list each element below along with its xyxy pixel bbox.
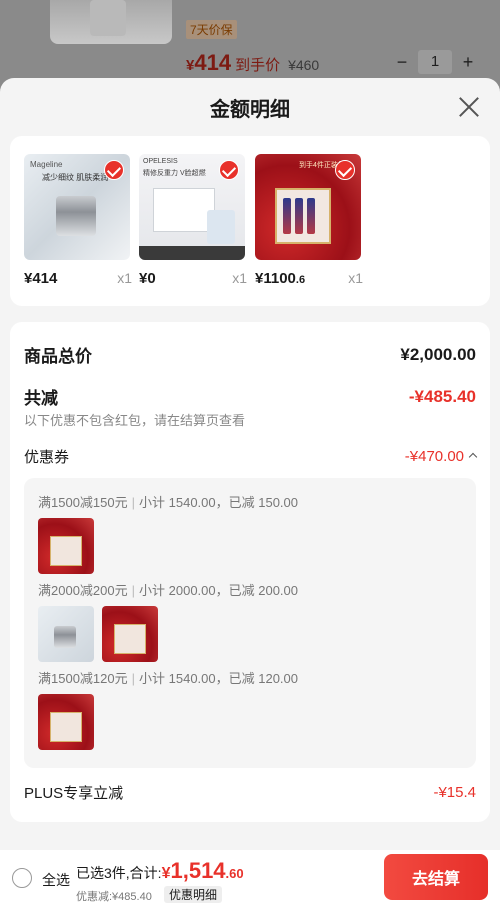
select-all-label[interactable]: 全选 <box>42 870 70 890</box>
quantity-stepper: − 1 + <box>386 50 484 74</box>
product-image: 到手4件正装量 <box>255 154 361 260</box>
total-value: ¥2,000.00 <box>400 344 476 364</box>
plus-value: -¥15.4 <box>433 784 476 801</box>
select-all-radio[interactable] <box>12 868 32 888</box>
chevron-up-icon[interactable] <box>468 452 478 462</box>
coupon-product-thumb <box>102 606 158 662</box>
product-price: ¥0 <box>139 270 156 287</box>
close-icon[interactable] <box>458 96 480 118</box>
jar-shape <box>56 196 96 236</box>
minus-icon: − <box>396 51 408 72</box>
box-shape <box>153 188 215 232</box>
bottle-shape <box>307 198 315 234</box>
coupon-rule: 满1500减150元 | 小计 1540.00，已减 150.00 <box>38 495 298 510</box>
plus-icon: + <box>462 51 474 72</box>
price-protection-tag: 7天价保 <box>186 20 237 39</box>
quantity-value: 1 <box>418 50 452 74</box>
product-item[interactable]: 到手4件正装量 ¥1100.6 x1 <box>255 154 363 287</box>
discount-row: 共减 -¥485.40 <box>24 384 476 409</box>
plus-label: PLUS专享立减 <box>24 785 124 802</box>
coupon-product-thumb <box>38 606 94 662</box>
order-summary: 已选3件,合计:¥1,514.60 <box>76 858 244 883</box>
coupon-label: 优惠券 <box>24 449 70 466</box>
products-card: Mageline 减少细纹 肌肤柔润 ¥414 x1 OPELESIS 精修反重… <box>10 136 490 306</box>
checked-icon[interactable] <box>219 160 239 180</box>
order-total: ¥1,514.60 <box>161 858 244 883</box>
product-info: ¥0 x1 <box>139 270 247 287</box>
saving-text: 优惠减:¥485.40 <box>76 891 152 903</box>
background-price: ¥414 到手价 ¥460 <box>186 50 320 75</box>
product-brand: OPELESIS <box>143 158 178 165</box>
background-cart: 7天价保 ¥414 到手价 ¥460 − 1 + <box>0 0 500 90</box>
product-qty: x1 <box>348 270 363 286</box>
background-product-image <box>50 0 172 44</box>
total-row: 商品总价 ¥2,000.00 <box>24 342 476 367</box>
discount-note: 以下优惠不包含红包，请在结算页查看 <box>24 413 246 428</box>
plus-row: PLUS专享立减 -¥15.4 <box>24 782 476 803</box>
coupon-product-thumb <box>38 694 94 750</box>
box-shape <box>207 210 235 244</box>
coupon-row[interactable]: 优惠券 -¥470.00 <box>24 446 478 467</box>
product-image: OPELESIS 精修反重力 V脸超燃 <box>139 154 245 260</box>
product-price: ¥414 <box>24 270 58 287</box>
product-info: ¥414 x1 <box>24 270 132 287</box>
product-image: Mageline 减少细纹 肌肤柔润 <box>24 154 130 260</box>
coupon-value: -¥470.00 <box>405 448 478 465</box>
checkout-button[interactable]: 去结算 <box>384 854 488 900</box>
sheet-title: 金额明细 <box>210 98 290 121</box>
product-qty: x1 <box>117 270 132 286</box>
coupon-list: 满1500减150元 | 小计 1540.00，已减 150.00 满2000减20… <box>24 478 476 768</box>
bottle-shape <box>295 198 303 234</box>
bottle-shape <box>283 198 291 234</box>
checked-icon[interactable] <box>104 160 124 180</box>
product-brand: Mageline <box>30 160 63 169</box>
product-qty: x1 <box>232 270 247 286</box>
sheet-header: 金额明细 <box>0 78 500 136</box>
product-item[interactable]: OPELESIS 精修反重力 V脸超燃 ¥0 x1 <box>139 154 247 287</box>
product-item[interactable]: Mageline 减少细纹 肌肤柔润 ¥414 x1 <box>24 154 132 287</box>
checkout-bar: 全选 已选3件,合计:¥1,514.60 优惠减:¥485.40 优惠明细 去结… <box>0 850 500 906</box>
amount-detail-card: 商品总价 ¥2,000.00 共减 -¥485.40 以下优惠不包含红包，请在结… <box>10 322 490 822</box>
discount-label: 共减 <box>24 389 58 408</box>
coupon-rule: 满2000减200元 | 小计 2000.00，已减 200.00 <box>38 583 298 598</box>
product-promo-text: 减少细纹 肌肤柔润 <box>42 173 109 182</box>
coupon-rule: 满1500减120元 | 小计 1540.00，已减 120.00 <box>38 671 298 686</box>
amount-detail-sheet: 金额明细 Mageline 减少细纹 肌肤柔润 ¥414 x1 OPELESIS… <box>0 78 500 906</box>
coupon-product-thumb <box>38 518 94 574</box>
product-price: ¥1100.6 <box>255 270 306 287</box>
discount-value: -¥485.40 <box>408 386 476 406</box>
total-label: 商品总价 <box>24 347 92 366</box>
product-info: ¥1100.6 x1 <box>255 270 363 287</box>
product-banner <box>139 246 245 260</box>
checked-icon[interactable] <box>335 160 355 180</box>
product-promo-text: 精修反重力 V脸超燃 <box>143 170 206 177</box>
discount-detail-button[interactable]: 优惠明细 <box>164 886 223 903</box>
